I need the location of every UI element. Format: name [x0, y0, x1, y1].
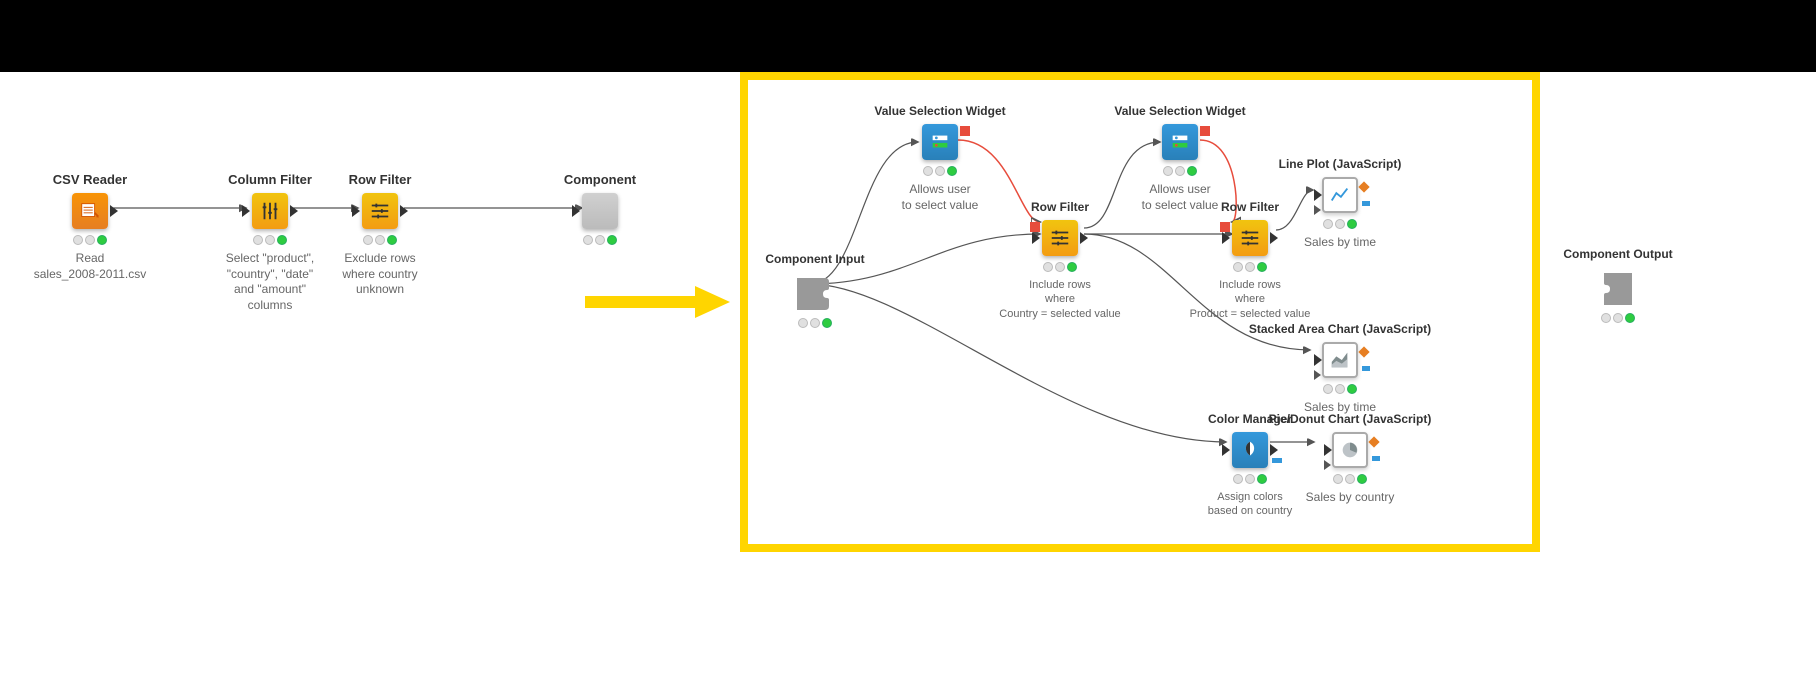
- node-desc: Include rows where Country = selected va…: [980, 278, 1140, 321]
- node-title: Value Selection Widget: [860, 104, 1020, 118]
- node-title: Component: [520, 172, 680, 187]
- pie-chart-icon: [1332, 432, 1368, 468]
- status-lights: [980, 262, 1140, 272]
- status-lights: [10, 235, 170, 245]
- node-row-filter-country[interactable]: Row Filter Include rows where Country = …: [980, 200, 1140, 321]
- component-output-icon: [1598, 267, 1638, 307]
- status-lights: [1240, 384, 1440, 394]
- node-component[interactable]: Component: [520, 172, 680, 245]
- top-black-bar: [0, 0, 1816, 72]
- stacked-area-icon: [1322, 342, 1358, 378]
- row-filter-icon: [362, 193, 398, 229]
- node-desc: Sales by time: [1260, 235, 1420, 251]
- node-component-output[interactable]: Component Output: [1548, 247, 1688, 323]
- status-lights: [1170, 262, 1330, 272]
- node-title: Component Input: [750, 252, 880, 266]
- node-desc: Exclude rows where country unknown: [300, 251, 460, 298]
- node-title: Row Filter: [300, 172, 460, 187]
- node-desc: Sales by country: [1255, 490, 1445, 506]
- csv-reader-icon: [72, 193, 108, 229]
- value-selection-icon: [1162, 124, 1198, 160]
- node-title: CSV Reader: [10, 172, 170, 187]
- node-value-selection-2[interactable]: Value Selection Widget Allows user to se…: [1100, 104, 1260, 213]
- node-desc: Include rows where Product = selected va…: [1170, 278, 1330, 321]
- workflow-canvas[interactable]: CSV Reader Read sales_2008-2011.csv Colu…: [0, 72, 1816, 685]
- status-lights: [750, 318, 880, 328]
- row-filter-icon: [1042, 220, 1078, 256]
- line-plot-icon: [1322, 177, 1358, 213]
- node-title: Pie/Donut Chart (JavaScript): [1255, 412, 1445, 426]
- status-lights: [520, 235, 680, 245]
- component-icon: [582, 193, 618, 229]
- node-component-input[interactable]: Component Input: [750, 252, 880, 328]
- node-csv-reader[interactable]: CSV Reader Read sales_2008-2011.csv: [10, 172, 170, 282]
- node-desc: Read sales_2008-2011.csv: [10, 251, 170, 282]
- node-title: Value Selection Widget: [1100, 104, 1260, 118]
- status-lights: [1100, 166, 1260, 176]
- node-title: Component Output: [1548, 247, 1688, 261]
- value-selection-icon: [922, 124, 958, 160]
- status-lights: [860, 166, 1020, 176]
- column-filter-icon: [252, 193, 288, 229]
- node-row-filter-left[interactable]: Row Filter Exclude rows where country un…: [300, 172, 460, 298]
- node-pie-donut[interactable]: Pie/Donut Chart (JavaScript) Sales by co…: [1255, 412, 1445, 506]
- status-lights: [1255, 474, 1445, 484]
- node-value-selection-1[interactable]: Value Selection Widget Allows user to se…: [860, 104, 1020, 213]
- node-line-plot[interactable]: Line Plot (JavaScript) Sales by time: [1260, 157, 1420, 251]
- component-input-icon: [795, 272, 835, 312]
- node-title: Line Plot (JavaScript): [1260, 157, 1420, 171]
- status-lights: [1260, 219, 1420, 229]
- node-title: Stacked Area Chart (JavaScript): [1240, 322, 1440, 336]
- node-stacked-area[interactable]: Stacked Area Chart (JavaScript) Sales by…: [1240, 322, 1440, 416]
- status-lights: [1548, 313, 1688, 323]
- node-title: Row Filter: [980, 200, 1140, 214]
- status-lights: [300, 235, 460, 245]
- expand-arrow-icon: [580, 282, 740, 327]
